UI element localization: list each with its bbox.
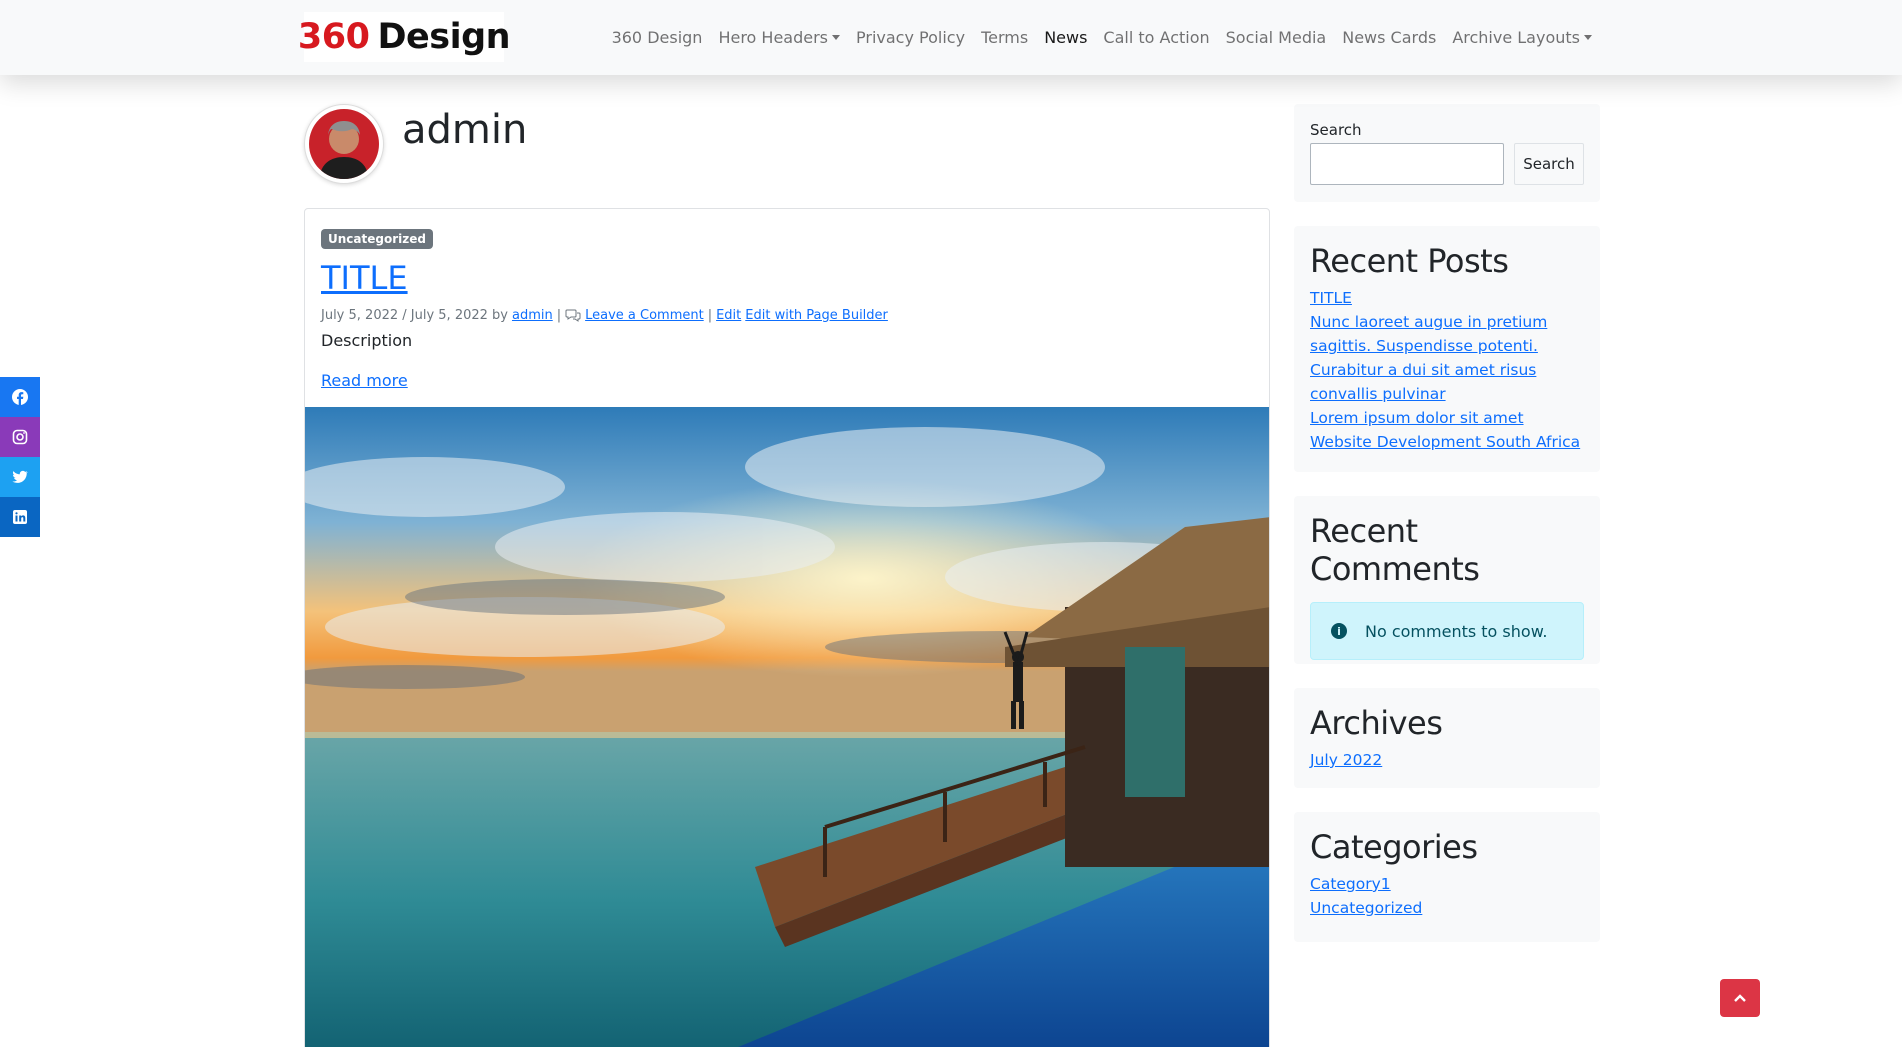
site-logo[interactable]: 360 Design bbox=[298, 12, 511, 62]
post-description: Description bbox=[321, 331, 413, 350]
nav-item-social-media[interactable]: Social Media bbox=[1218, 28, 1335, 47]
no-comments-alert: i No comments to show. bbox=[1310, 602, 1584, 660]
recent-posts-title: Recent Posts bbox=[1310, 242, 1509, 280]
nav-label: News Cards bbox=[1342, 28, 1437, 47]
recent-comments-title: Recent Comments bbox=[1310, 512, 1480, 588]
nav-item-archive-layouts[interactable]: Archive Layouts bbox=[1444, 28, 1600, 47]
nav-label: Social Media bbox=[1225, 28, 1327, 47]
chevron-up-icon bbox=[1734, 994, 1746, 1002]
leave-comment-link[interactable]: Leave a Comment bbox=[585, 308, 704, 323]
nav-item-call-to-action[interactable]: Call to Action bbox=[1095, 28, 1217, 47]
no-comments-text: No comments to show. bbox=[1365, 621, 1548, 641]
search-label: Search bbox=[1310, 121, 1362, 139]
archives-title: Archives bbox=[1310, 704, 1443, 742]
linkedin-icon bbox=[13, 510, 27, 524]
author-avatar bbox=[304, 104, 384, 184]
categories-title: Categories bbox=[1310, 828, 1478, 866]
category-badge[interactable]: Uncategorized bbox=[321, 229, 433, 249]
author-link[interactable]: admin bbox=[512, 308, 553, 323]
post-card: Uncategorized TITLE July 5, 2022 / July … bbox=[304, 208, 1270, 1047]
nav-label: Call to Action bbox=[1103, 28, 1210, 47]
post-featured-image[interactable] bbox=[305, 407, 1270, 1047]
meta-separator: | bbox=[556, 308, 562, 323]
search-input[interactable] bbox=[1310, 143, 1504, 185]
recent-post-link[interactable]: Website Development South Africa bbox=[1310, 430, 1584, 454]
nav-item-hero-headers[interactable]: Hero Headers bbox=[710, 28, 848, 47]
nav-label: Privacy Policy bbox=[856, 28, 966, 47]
nav-label: Hero Headers bbox=[718, 28, 829, 47]
logo-part-1: 360 bbox=[297, 17, 370, 57]
avatar-photo bbox=[309, 109, 379, 179]
post-date: July 5, 2022 / July 5, 2022 by bbox=[321, 308, 508, 323]
facebook-link[interactable] bbox=[0, 377, 40, 417]
edit-link[interactable]: Edit bbox=[716, 308, 741, 323]
twitter-icon bbox=[12, 470, 28, 483]
category-link[interactable]: Uncategorized bbox=[1310, 896, 1584, 920]
read-more-link[interactable]: Read more bbox=[321, 371, 408, 390]
recent-post-link[interactable]: Curabitur a dui sit amet risus convallis… bbox=[1310, 358, 1584, 406]
recent-post-link[interactable]: TITLE bbox=[1310, 286, 1584, 310]
twitter-link[interactable] bbox=[0, 457, 40, 497]
nav-label: News bbox=[1044, 28, 1088, 47]
categories-widget: Categories Category1 Uncategorized bbox=[1294, 812, 1600, 942]
navbar: 360 Design 360 Design Hero Headers Priva… bbox=[0, 0, 1902, 75]
instagram-link[interactable] bbox=[0, 417, 40, 457]
back-to-top-button[interactable] bbox=[1720, 979, 1760, 1017]
recent-post-link[interactable]: Lorem ipsum dolor sit amet bbox=[1310, 406, 1584, 430]
author-header: admin bbox=[304, 104, 527, 184]
nav-label: Archive Layouts bbox=[1452, 28, 1580, 47]
recent-comments-widget: Recent Comments i No comments to show. bbox=[1294, 496, 1600, 664]
comment-icon bbox=[565, 309, 581, 322]
nav-item-360-design[interactable]: 360 Design bbox=[604, 28, 711, 47]
nav-item-privacy-policy[interactable]: Privacy Policy bbox=[848, 28, 973, 47]
archives-widget: Archives July 2022 bbox=[1294, 688, 1600, 788]
info-icon: i bbox=[1331, 623, 1347, 639]
social-sidebar bbox=[0, 377, 40, 537]
edit-page-builder-link[interactable]: Edit with Page Builder bbox=[745, 308, 888, 323]
search-widget: Search Search bbox=[1294, 104, 1600, 202]
linkedin-link[interactable] bbox=[0, 497, 40, 537]
post-title-link[interactable]: TITLE bbox=[321, 259, 408, 297]
caret-down-icon bbox=[1584, 35, 1592, 40]
main-nav: 360 Design Hero Headers Privacy Policy T… bbox=[604, 0, 1600, 75]
search-button[interactable]: Search bbox=[1514, 143, 1584, 185]
facebook-icon bbox=[12, 389, 28, 405]
nav-item-news-cards[interactable]: News Cards bbox=[1334, 28, 1444, 47]
nav-label: 360 Design bbox=[611, 28, 703, 47]
nav-item-news[interactable]: News bbox=[1036, 28, 1095, 47]
recent-post-link[interactable]: Nunc laoreet augue in pretium sagittis. … bbox=[1310, 310, 1584, 358]
post-meta: July 5, 2022 / July 5, 2022 by admin | L… bbox=[321, 308, 888, 323]
category-link[interactable]: Category1 bbox=[1310, 872, 1584, 896]
instagram-icon bbox=[12, 429, 28, 445]
logo-part-2: Design bbox=[377, 17, 511, 57]
nav-item-terms[interactable]: Terms bbox=[973, 28, 1036, 47]
nav-label: Terms bbox=[981, 28, 1029, 47]
recent-posts-widget: Recent Posts TITLE Nunc laoreet augue in… bbox=[1294, 226, 1600, 472]
meta-separator: | bbox=[707, 308, 713, 323]
archive-link[interactable]: July 2022 bbox=[1310, 748, 1584, 772]
caret-down-icon bbox=[832, 35, 841, 40]
author-name: admin bbox=[402, 107, 528, 153]
